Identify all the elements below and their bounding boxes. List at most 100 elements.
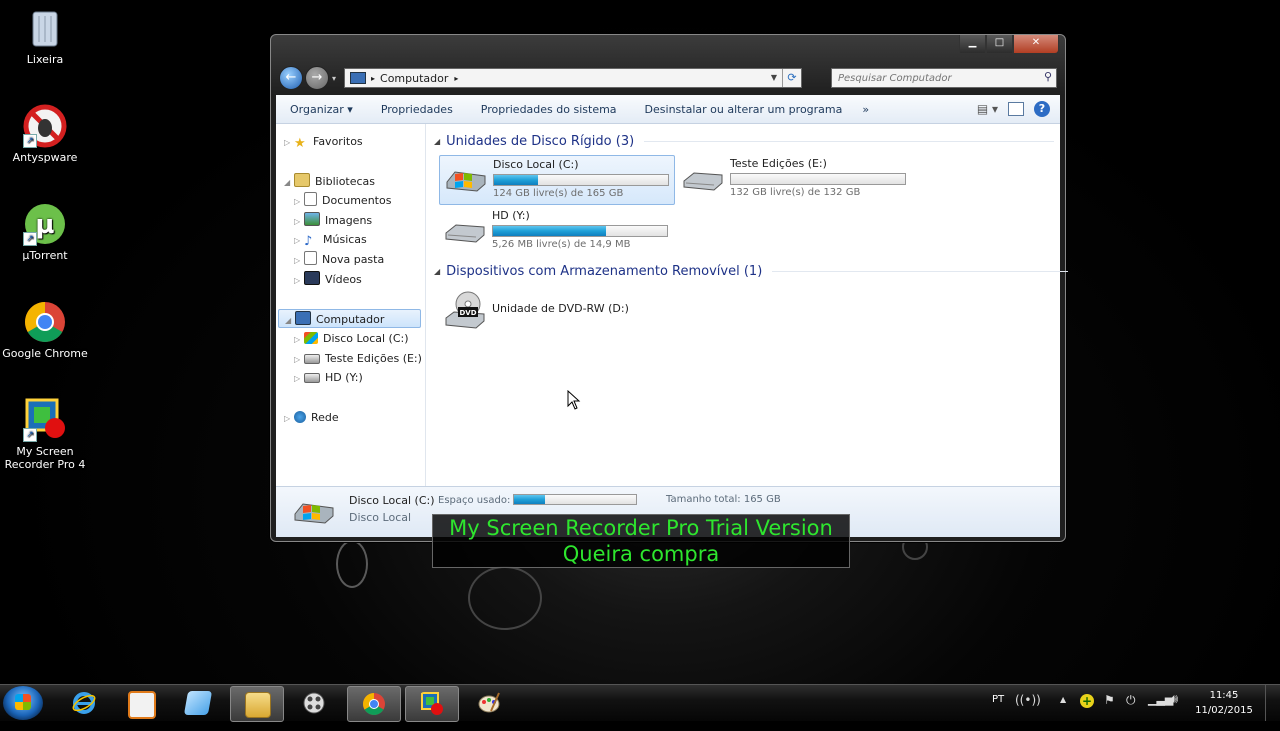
collapse-arrow-icon: ◢ — [434, 267, 441, 276]
drive-icon — [304, 373, 320, 383]
taskbar-media-player[interactable] — [114, 686, 166, 720]
nav-item-music[interactable]: ▷ ♪ Músicas — [294, 230, 367, 249]
recycle-bin-icon — [23, 6, 67, 50]
windows-drive-icon — [446, 171, 486, 192]
back-button[interactable]: ← — [279, 66, 303, 90]
collapse-arrow-icon: ◢ — [285, 316, 292, 325]
windows-drive-icon — [304, 332, 318, 344]
recorder-watermark: My Screen Recorder Pro Trial Version Que… — [432, 514, 850, 568]
nav-item-videos[interactable]: ▷ Vídeos — [294, 270, 362, 289]
drive-usage-bar — [492, 225, 668, 237]
drive-name: Disco Local (C:) — [493, 158, 579, 171]
nav-item-new-folder[interactable]: ▷ Nova pasta — [294, 250, 384, 269]
taskbar-internet-explorer[interactable] — [58, 686, 110, 720]
update-icon[interactable]: + — [1080, 694, 1094, 708]
start-button[interactable] — [3, 686, 43, 720]
properties-button[interactable]: Propriedades — [367, 103, 467, 116]
svg-text:DVD: DVD — [459, 309, 476, 317]
windows-drive-icon — [294, 503, 334, 524]
computer-icon — [295, 311, 311, 325]
expand-arrow-icon: ▷ — [294, 276, 301, 285]
screen-recorder-icon: ↗ — [23, 398, 67, 442]
nav-item-computer[interactable]: ◢ Computador — [278, 309, 421, 328]
media-player-icon — [128, 691, 156, 719]
nav-item-disk-y[interactable]: ▷ HD (Y:) — [294, 368, 363, 387]
action-center-flag-icon[interactable]: ⚑ — [1104, 693, 1115, 729]
close-button[interactable]: ✕ — [1013, 35, 1059, 54]
documents-icon — [304, 192, 317, 206]
expand-arrow-icon: ▷ — [294, 197, 301, 206]
group-header-removable[interactable]: ◢ Dispositivos com Armazenamento Removív… — [434, 264, 1069, 279]
group-header-hard-disks[interactable]: ◢ Unidades de Disco Rígido (3) — [434, 134, 1055, 149]
taskbar: PT ((•)) ▲ + ⚑ ⏻ ▁▃▅ 🔊︎ 11:45 11/02/2015 — [0, 684, 1280, 722]
details-usage-fill — [514, 495, 545, 504]
forward-button[interactable]: → — [305, 66, 329, 90]
help-icon[interactable]: ? — [1034, 101, 1050, 117]
taskbar-chrome[interactable] — [347, 686, 401, 722]
maximize-button[interactable]: □ — [986, 35, 1013, 54]
drive-usage-bar — [493, 174, 669, 186]
dvd-drive-item[interactable]: DVD Unidade de DVD-RW (D:) — [439, 286, 673, 336]
system-clock[interactable]: 11:45 11/02/2015 — [1192, 688, 1256, 718]
taskbar-paint[interactable] — [463, 686, 515, 720]
wireless-icon[interactable]: ((•)) — [1015, 693, 1041, 729]
drive-item-e[interactable]: Teste Edições (E:) 132 GB livre(s) de 13… — [677, 155, 911, 203]
address-bar[interactable]: ▸ Computador ▸ ▼ ⟳ — [344, 68, 802, 88]
dvd-drive-icon: DVD — [445, 291, 485, 329]
wallpaper-detail — [336, 540, 368, 588]
preview-pane-icon[interactable] — [1008, 102, 1024, 116]
caption-buttons: ▁ □ ✕ — [959, 35, 1059, 54]
drive-item-y[interactable]: HD (Y:) 5,26 MB livre(s) de 14,9 MB — [439, 207, 673, 255]
search-icon[interactable]: ⚲ — [1044, 70, 1052, 83]
taskbar-windows-explorer[interactable] — [230, 686, 284, 722]
nav-item-favorites[interactable]: ▷ ★ Favoritos — [284, 132, 363, 151]
uninstall-program-button[interactable]: Desinstalar ou alterar um programa — [631, 103, 857, 116]
show-desktop-button[interactable] — [1265, 685, 1280, 721]
computer-icon — [350, 72, 366, 84]
refresh-icon[interactable]: ⟳ — [782, 69, 801, 87]
taskbar-notepad[interactable] — [172, 686, 224, 720]
drive-free-space: 5,26 MB livre(s) de 14,9 MB — [492, 239, 631, 250]
address-dropdown-icon[interactable]: ▼ — [767, 69, 781, 87]
nav-item-network[interactable]: ▷ Rede — [284, 408, 339, 427]
desktop-icon-recycle-bin[interactable]: Lixeira — [2, 6, 88, 66]
expand-arrow-icon: ▷ — [294, 256, 301, 265]
breadcrumb-chevron-icon[interactable]: ▸ — [454, 74, 458, 83]
volume-icon[interactable]: 🔊︎ — [1170, 692, 1178, 728]
expand-arrow-icon: ▷ — [294, 355, 301, 364]
desktop-icon-antispyware[interactable]: ↗ Antyspware — [2, 104, 88, 164]
videos-icon — [304, 271, 320, 285]
more-commands-button[interactable]: » — [856, 103, 875, 116]
search-input[interactable] — [832, 69, 1030, 87]
nav-item-libraries[interactable]: ◢ Bibliotecas — [284, 172, 375, 191]
taskbar-screen-recorder[interactable] — [405, 686, 459, 722]
nav-item-disk-e[interactable]: ▷ Teste Edições (E:) — [294, 349, 422, 368]
paint-palette-icon — [478, 692, 500, 713]
expand-arrow-icon: ▷ — [294, 335, 301, 344]
desktop-icon-label: µTorrent — [22, 249, 68, 262]
drive-item-c[interactable]: Disco Local (C:) 124 GB livre(s) de 165 … — [439, 155, 675, 205]
navigation-pane: ▷ ★ Favoritos ◢ Bibliotecas ▷ Documentos ▷ Im… — [276, 124, 426, 486]
desktop-icon-chrome[interactable]: Google Chrome — [2, 300, 88, 360]
desktop-icon-utorrent[interactable]: µ ↗ µTorrent — [2, 202, 88, 262]
nav-item-disk-c[interactable]: ▷ Disco Local (C:) — [294, 329, 409, 348]
organize-menu[interactable]: Organizar ▾ — [276, 103, 367, 116]
windows-logo-icon — [15, 694, 31, 710]
utorrent-icon: µ ↗ — [23, 202, 67, 246]
clock-time: 11:45 — [1209, 690, 1239, 701]
power-plug-icon[interactable]: ⏻ — [1126, 693, 1136, 729]
history-dropdown-icon[interactable]: ▾ — [332, 74, 336, 83]
search-box[interactable]: ⚲ — [831, 68, 1057, 88]
language-indicator[interactable]: PT — [992, 694, 1004, 730]
breadcrumb[interactable]: Computador — [380, 72, 448, 85]
nav-item-documents[interactable]: ▷ Documentos — [294, 191, 391, 210]
desktop-icon-label: Google Chrome — [2, 347, 88, 360]
minimize-button[interactable]: ▁ — [959, 35, 986, 54]
view-options-icon[interactable]: ▤ ▾ — [977, 102, 998, 116]
show-hidden-icons-button[interactable]: ▲ — [1060, 695, 1066, 731]
taskbar-movie-maker[interactable] — [288, 686, 340, 720]
network-icon — [294, 411, 306, 423]
desktop-icon-screen-recorder[interactable]: ↗ My Screen Recorder Pro 4 — [2, 398, 88, 471]
nav-item-images[interactable]: ▷ Imagens — [294, 211, 372, 230]
system-properties-button[interactable]: Propriedades do sistema — [467, 103, 631, 116]
